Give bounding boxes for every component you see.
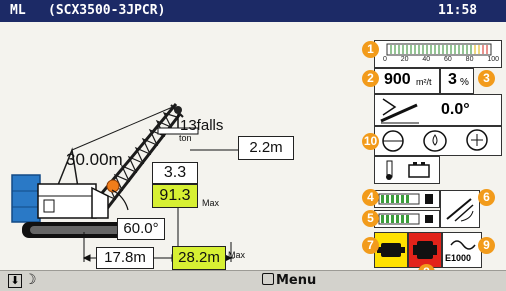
engine-warning-box [374,232,408,268]
slope-unit: % [460,77,469,88]
scale-40: 40 [422,56,431,63]
badge-2: 2 [362,70,379,87]
wiper-box[interactable] [440,190,480,228]
hook-height-box: 2.2m [238,136,294,160]
rated-load-max-label: Max [202,198,220,208]
winch-icon [382,130,404,152]
scale-80: 80 [465,56,474,63]
clock: 11:58 [438,3,478,18]
actual-load-box: 3.3 [152,162,198,184]
engine-alarm-box [408,232,442,268]
menu-label: Menu [276,273,317,288]
wind-area-value: 900 [384,71,411,88]
menu-button[interactable]: Menu [262,273,316,288]
working-radius-box: 17.8m [96,247,154,269]
slope-box: 3 % [440,68,474,94]
badge-4: 4 [362,189,379,206]
boom-angle-box: 60.0° [117,218,165,240]
hydraulic-oil-icon [423,130,447,152]
badge-3: 3 [478,70,495,87]
badge-5: 5 [362,210,379,227]
boom-length-label: 30.00m [66,150,123,169]
engine-code: E1000 [445,253,472,263]
fuel-level-gauge [374,190,440,208]
engine-alarm-icon [413,241,437,259]
crane-diagram [11,103,238,262]
max-radius-max-label: Max [228,250,246,260]
scale-0: 0 [383,56,387,63]
emission-box: E1000 [442,232,482,268]
rated-load-box: 91.3 [152,184,198,208]
badge-7: 7 [362,237,379,254]
night-mode-icon[interactable]: ☽ [24,272,37,288]
wind-area-box: 900 m²/t [374,68,440,94]
scale-60: 60 [444,56,452,63]
engine-warning-icon [377,243,405,257]
scroll-down-icon[interactable]: ⬇ [8,274,22,288]
tilt-angle-box: 0.0° [374,94,502,126]
wiper-icon [446,198,474,222]
load-ratio-bars [386,43,492,56]
slope-value: 3 [448,71,457,88]
scale-100: 100 [487,56,499,63]
counterweight [11,174,41,223]
crane-monitor-screen: ML (SCX3500-3JPCR) 11:58 30.00m 13falls … [0,0,506,291]
brake-icon [466,129,488,151]
max-radius-box: 28.2m [172,246,226,270]
ton-unit-label: ton [179,133,192,143]
mode-label: ML [10,3,26,18]
load-ratio-gauge: 0 20 40 60 80 100 [374,40,502,68]
tilt-angle-value: 0.0° [441,101,470,118]
badge-6: 6 [478,189,495,206]
menu-key-icon [262,273,274,285]
battery-icon [408,162,430,178]
oil-level-gauge [374,210,440,228]
title-bar: ML (SCX3500-3JPCR) 11:58 [0,0,506,22]
boom-tip-sheave [174,106,182,114]
boom-tilt-icon [380,98,419,124]
scale-20: 20 [400,56,409,63]
winch-status-row [374,126,502,156]
crane-model: (SCX3500-3JPCR) [48,3,166,18]
falls-label: 13falls [180,117,224,134]
temperature-icon [386,160,393,180]
oil-pressure-icon [425,215,433,223]
upper-structure [37,183,109,219]
badge-1: 1 [362,41,379,58]
wind-area-unit: m²/t [416,77,432,87]
badge-10: 10 [362,133,379,150]
fuel-icon [425,194,433,204]
bottom-bar: ⬇ ☽ Menu [0,270,506,291]
temp-battery-row [374,156,440,184]
badge-9: 9 [478,237,495,254]
